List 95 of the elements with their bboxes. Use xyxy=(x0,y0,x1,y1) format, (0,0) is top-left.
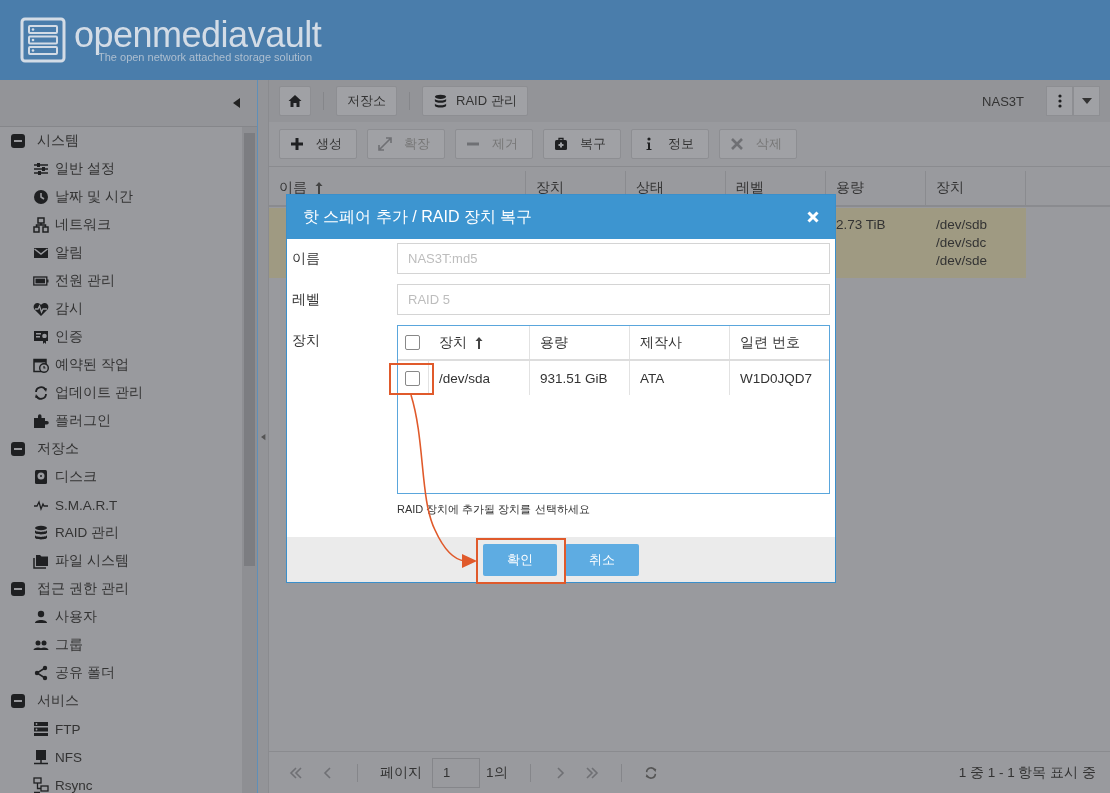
tree-item[interactable]: 서비스 xyxy=(37,692,79,710)
folders-icon xyxy=(33,553,49,569)
column-header[interactable]: 장치 xyxy=(429,326,530,359)
tree-item[interactable]: 전원 관리 xyxy=(55,272,115,290)
column-header[interactable]: 장치 xyxy=(926,171,1026,205)
toolbar-button[interactable]: 정보 xyxy=(631,129,709,159)
tree-item[interactable]: 예약된 작업 xyxy=(55,356,129,374)
logo-title: openmediavault xyxy=(74,17,322,53)
close-icon[interactable] xyxy=(807,211,819,223)
network-icon xyxy=(33,217,49,233)
table-cell-text: W1D0JQD7 xyxy=(739,369,813,388)
tree-item[interactable]: 디스크 xyxy=(55,468,97,486)
user-icon xyxy=(33,609,49,625)
puzzle-icon xyxy=(33,413,49,429)
scrollbar[interactable] xyxy=(242,127,257,793)
monitor-icon xyxy=(33,749,49,765)
column-header[interactable]: 일련 번호 xyxy=(730,326,829,359)
column-header[interactable]: 용량 xyxy=(530,326,630,359)
last-page-icon[interactable] xyxy=(584,765,599,780)
tree-item[interactable]: 공유 폴더 xyxy=(55,664,115,682)
tree-item[interactable]: 인증 xyxy=(55,328,83,346)
logo-icon xyxy=(20,17,66,63)
expand-icon xyxy=(378,137,392,151)
server-icon xyxy=(33,721,49,737)
clock-icon xyxy=(33,189,49,205)
tree-item[interactable]: RAID 관리 xyxy=(55,524,119,542)
hostname: NAS3T xyxy=(982,93,1024,109)
tree-item[interactable]: 접근 권한 관리 xyxy=(37,580,129,598)
menu-button[interactable] xyxy=(1046,86,1073,116)
table-cell-text: /dev/sdb /dev/sdc /dev/sde xyxy=(936,216,989,270)
breadcrumb-button[interactable]: RAID 관리 xyxy=(422,86,528,116)
home-icon xyxy=(288,94,302,108)
checkbox[interactable] xyxy=(405,335,420,350)
tree-item[interactable]: 업데이트 관리 xyxy=(55,384,143,402)
tree-item[interactable]: 그룹 xyxy=(55,636,83,654)
field-label: 레벨 xyxy=(292,291,321,309)
collapse-icon[interactable] xyxy=(10,133,26,149)
tree-item[interactable]: NFS xyxy=(55,749,82,765)
close-icon xyxy=(730,137,744,151)
field-label: 장치 xyxy=(292,332,321,350)
dialog-button[interactable]: 확인 xyxy=(483,543,557,576)
tree-item[interactable]: Rsync xyxy=(55,777,93,793)
first-page-icon[interactable] xyxy=(289,765,303,780)
dialog-title: 핫 스페어 추가 / RAID 장치 복구 xyxy=(303,206,533,227)
paging-summary: 1 중 1 - 1 항목 표시 중 xyxy=(958,763,1096,782)
collapse-icon[interactable] xyxy=(260,432,266,441)
tree-item[interactable]: 사용자 xyxy=(55,608,97,626)
more-icon xyxy=(1057,94,1062,108)
battery-icon xyxy=(33,273,49,289)
table-cell: 931.51 GiB xyxy=(530,361,630,395)
tree-item[interactable]: 일반 설정 xyxy=(55,160,115,178)
plus-icon xyxy=(290,137,304,151)
envelope-icon xyxy=(33,245,49,261)
tree-item[interactable]: S.M.A.R.T xyxy=(55,497,118,513)
tree-item[interactable]: 저장소 xyxy=(37,440,79,458)
heartbeat-icon xyxy=(33,301,49,317)
dialog-button[interactable]: 취소 xyxy=(565,543,639,576)
calendar-icon xyxy=(33,357,49,373)
certificate-icon xyxy=(33,329,49,345)
tree-item[interactable]: FTP xyxy=(55,721,81,737)
highlight-box xyxy=(389,363,434,395)
field-label: 이름 xyxy=(292,250,321,268)
tree-item[interactable]: 파일 시스템 xyxy=(55,552,129,570)
network-icon xyxy=(33,777,49,793)
collapse-icon[interactable] xyxy=(10,693,26,709)
collapse-icon[interactable] xyxy=(10,581,26,597)
home-button[interactable] xyxy=(279,86,311,116)
checkbox[interactable] xyxy=(405,370,420,386)
column-header[interactable]: 제작사 xyxy=(630,326,730,359)
table-cell-text: 2.73 TiB xyxy=(835,216,887,234)
logo-subtitle: The open network attached storage solution xyxy=(98,51,313,63)
database-icon xyxy=(33,525,49,541)
page-count: 1의 xyxy=(486,763,508,782)
page-field[interactable]: 1 xyxy=(432,757,480,788)
caret-icon xyxy=(1081,98,1092,104)
tree-item[interactable]: 감시 xyxy=(55,300,83,318)
share-icon xyxy=(33,665,49,681)
toolbar-button[interactable]: 생성 xyxy=(279,129,357,159)
medkit-icon xyxy=(554,137,568,151)
collapse-icon[interactable] xyxy=(233,98,241,108)
tree-item[interactable]: 시스템 xyxy=(37,132,79,150)
toolbar-button[interactable]: 복구 xyxy=(543,129,621,159)
tree-item[interactable]: 플러그인 xyxy=(55,412,111,430)
tree-item[interactable]: 알림 xyxy=(55,244,83,262)
table-cell: ATA xyxy=(630,361,730,395)
collapse-icon[interactable] xyxy=(10,441,26,457)
tree-item[interactable]: 날짜 및 시간 xyxy=(55,188,133,206)
refresh-icon[interactable] xyxy=(643,765,658,780)
table-cell: /dev/sda xyxy=(429,361,530,395)
sliders-icon xyxy=(33,161,49,177)
tree-item[interactable]: 네트워크 xyxy=(55,216,111,234)
breadcrumb-button[interactable]: 저장소 xyxy=(336,86,397,116)
refresh-icon xyxy=(33,385,49,401)
page-label: 페이지 xyxy=(380,763,422,782)
dropdown-button[interactable] xyxy=(1073,86,1100,116)
